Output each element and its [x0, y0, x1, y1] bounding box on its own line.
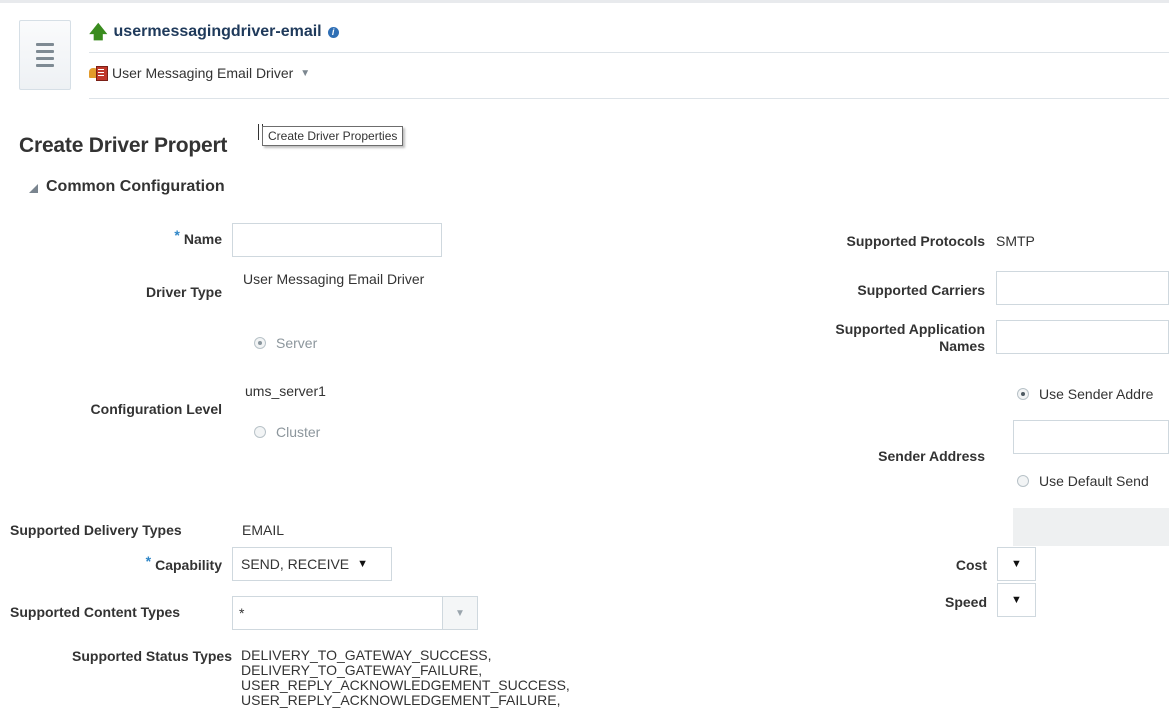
- supported-content-types-combobox[interactable]: * ▼: [232, 596, 478, 630]
- speed-select[interactable]: ▼: [997, 583, 1036, 617]
- dropdown-arrow-icon: ▼: [357, 558, 369, 570]
- title-tooltip: Create Driver Properties: [262, 126, 404, 146]
- dropdown-arrow-icon: ▼: [1011, 594, 1022, 606]
- chevron-down-icon: ▼: [300, 67, 311, 79]
- cluster-radio[interactable]: [254, 426, 266, 438]
- supported-status-types-label: Supported Status Types: [72, 648, 232, 664]
- use-default-sender-radio[interactable]: [1017, 475, 1029, 487]
- cost-label: Cost: [955, 557, 987, 573]
- sender-address-label: Sender Address: [878, 448, 985, 464]
- supported-carriers-input[interactable]: [996, 271, 1169, 305]
- supported-protocols-value: SMTP: [996, 233, 1035, 249]
- use-sender-address-radio-option[interactable]: Use Sender Addre: [1017, 386, 1153, 402]
- header-divider-bottom: [89, 98, 1169, 99]
- top-border: [0, 0, 1169, 3]
- target-title: 🡅 usermessagingdriver-email i: [89, 23, 339, 41]
- supported-delivery-types-label: Supported Delivery Types: [10, 522, 182, 538]
- server-radio-option[interactable]: Server: [254, 335, 317, 351]
- target-type-menu[interactable]: User Messaging Email Driver ▼: [89, 65, 310, 81]
- supported-content-types-label: Supported Content Types: [10, 604, 181, 620]
- server-name: ums_server1: [245, 383, 326, 399]
- driver-type-value: User Messaging Email Driver: [243, 271, 425, 287]
- cost-select[interactable]: ▼: [997, 547, 1036, 581]
- server-radio[interactable]: [254, 337, 266, 349]
- section-title: Common Configuration: [46, 178, 225, 195]
- use-sender-address-radio[interactable]: [1017, 388, 1029, 400]
- page-title: Create Driver Propert: [19, 134, 228, 157]
- supported-status-types-list: DELIVERY_TO_GATEWAY_SUCCESS, DELIVERY_TO…: [241, 648, 570, 708]
- dropdown-arrow-icon: ▼: [1011, 558, 1022, 570]
- navigation-menu-button[interactable]: [19, 20, 71, 90]
- dropdown-arrow-icon[interactable]: ▼: [442, 597, 477, 629]
- supported-delivery-types-value: EMAIL: [242, 522, 285, 538]
- target-name: usermessagingdriver-email: [113, 23, 322, 40]
- supported-application-names-label: Supported Application Names: [835, 321, 985, 354]
- sender-address-input[interactable]: [1013, 420, 1169, 454]
- status-type-item: USER_REPLY_ACKNOWLEDGEMENT_FAILURE,: [241, 692, 561, 708]
- supported-carriers-label: Supported Carriers: [857, 282, 985, 298]
- required-icon: *: [145, 553, 152, 569]
- section-common-configuration[interactable]: Common Configuration: [29, 178, 225, 196]
- capability-select[interactable]: SEND, RECEIVE ▼: [232, 547, 392, 581]
- speed-label: Speed: [944, 594, 987, 610]
- status-type-item: DELIVERY_TO_GATEWAY_FAILURE,: [241, 662, 483, 678]
- supported-application-names-input[interactable]: [996, 320, 1169, 354]
- use-default-sender-radio-option[interactable]: Use Default Send: [1017, 473, 1149, 489]
- content-types-value: *: [239, 605, 245, 621]
- default-sender-field-disabled: [1013, 508, 1169, 546]
- name-input[interactable]: [232, 223, 442, 257]
- configuration-level-label: Configuration Level: [90, 401, 222, 417]
- required-icon: *: [174, 227, 180, 243]
- supported-protocols-label: Supported Protocols: [846, 233, 985, 249]
- status-type-item: USER_REPLY_ACKNOWLEDGEMENT_SUCCESS,: [241, 677, 570, 693]
- header-divider: [89, 52, 1169, 53]
- cluster-radio-option[interactable]: Cluster: [254, 424, 320, 440]
- up-arrow-icon: 🡅: [89, 22, 108, 42]
- driver-type-label: Driver Type: [146, 284, 222, 300]
- status-type-item: DELIVERY_TO_GATEWAY_SUCCESS,: [241, 647, 492, 663]
- hamburger-icon: [36, 43, 54, 46]
- info-icon[interactable]: i: [327, 26, 339, 38]
- email-driver-icon: [89, 65, 108, 81]
- target-type-label: User Messaging Email Driver: [112, 65, 294, 81]
- capability-label: * Capability: [145, 553, 222, 573]
- collapse-triangle-icon: [29, 183, 38, 193]
- name-label: * Name: [174, 227, 222, 247]
